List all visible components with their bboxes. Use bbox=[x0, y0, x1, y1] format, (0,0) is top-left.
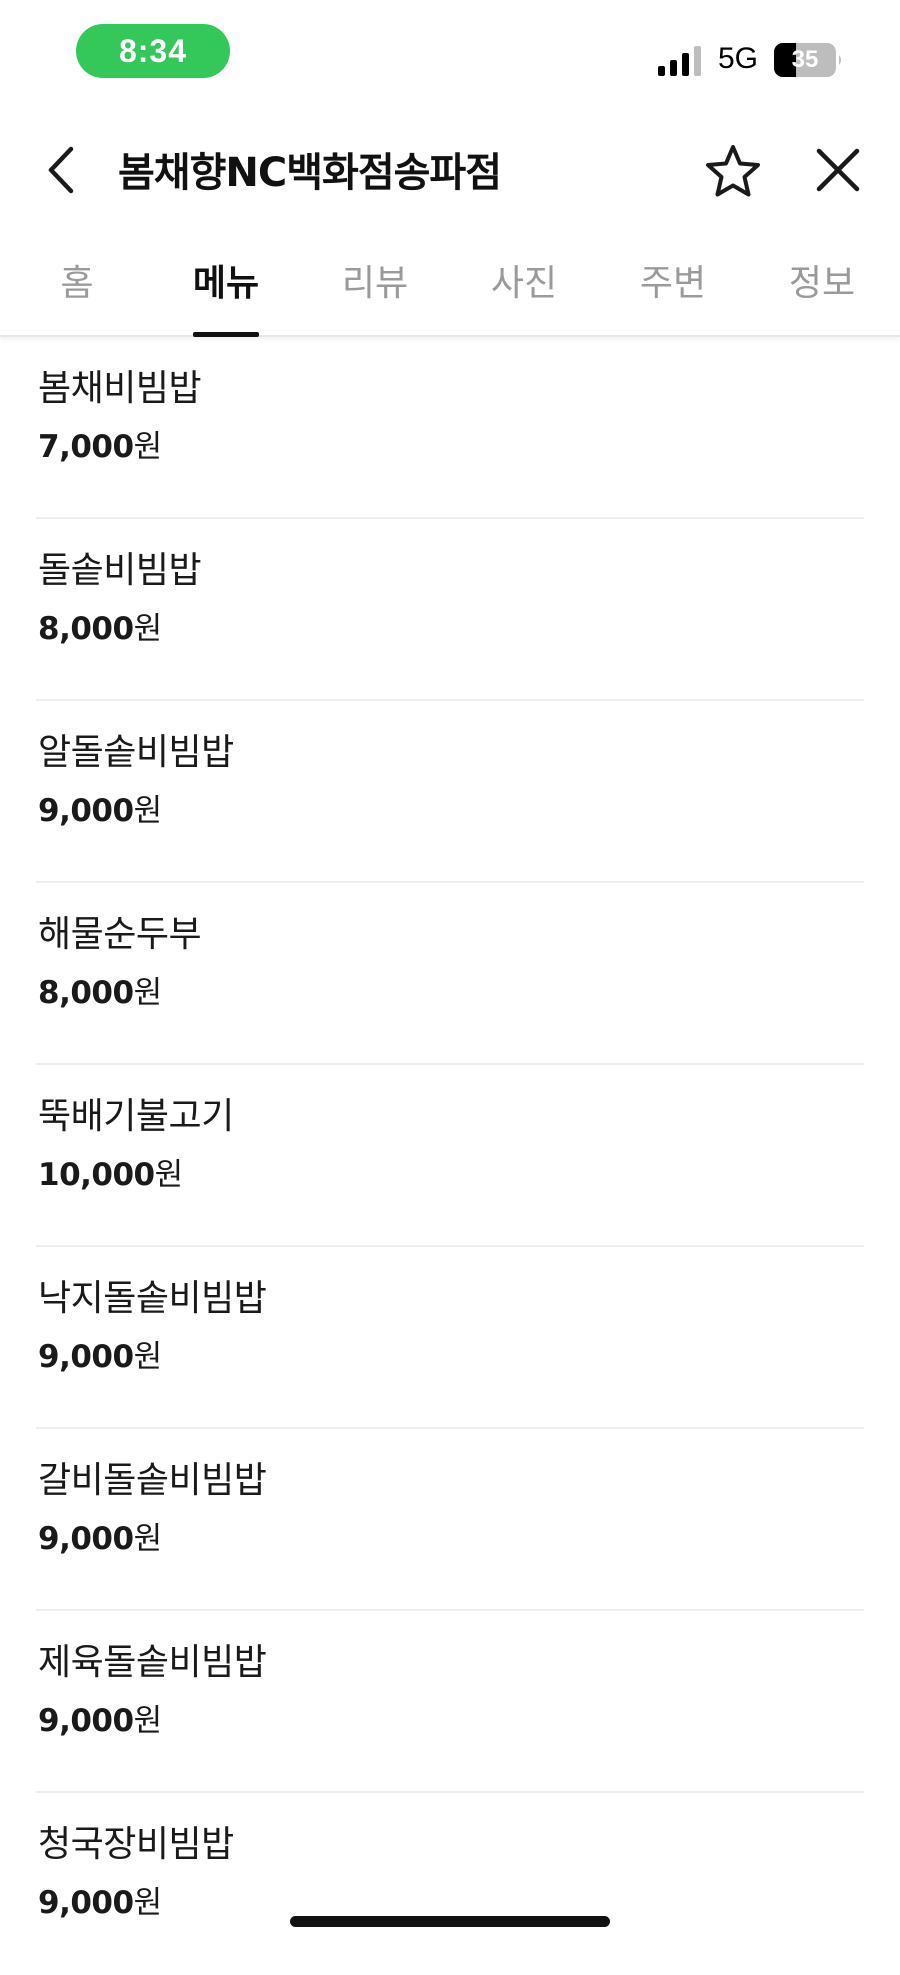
menu-item-name: 낙지돌솥비빔밥 bbox=[38, 1278, 267, 1319]
place-header: 봄채향NC백화점송파점 bbox=[0, 110, 900, 230]
menu-item-name: 뚝배기불고기 bbox=[38, 1096, 234, 1137]
network-type: 5G bbox=[718, 42, 759, 75]
price-unit: 원 bbox=[133, 1339, 163, 1375]
menu-item-price: 9,000원 bbox=[38, 1513, 162, 1558]
menu-item[interactable]: 해물순두부 8,000원 bbox=[0, 883, 900, 1065]
menu-item-price: 9,000원 bbox=[38, 785, 162, 830]
menu-item-name: 제육돌솥비빔밥 bbox=[38, 1642, 267, 1683]
menu-list: 봄채비빔밥 7,000원 돌솥비빔밥 8,000원 알돌솥비빔밥 9,000원 … bbox=[0, 337, 900, 1975]
price-unit: 원 bbox=[133, 975, 163, 1011]
tab-photos[interactable]: 사진 bbox=[469, 240, 579, 335]
menu-item[interactable]: 봄채비빔밥 7,000원 bbox=[0, 337, 900, 519]
menu-item-price: 10,000원 bbox=[38, 1149, 183, 1194]
close-button[interactable] bbox=[806, 138, 870, 202]
battery-level: 35 bbox=[791, 46, 819, 73]
cellular-signal-icon bbox=[658, 46, 701, 76]
price-unit: 원 bbox=[154, 1157, 184, 1193]
menu-item-price: 8,000원 bbox=[38, 967, 162, 1012]
status-bar: 8:34 5G 35 bbox=[0, 0, 900, 110]
tab-nearby[interactable]: 주변 bbox=[618, 240, 728, 335]
price-amount: 10,000 bbox=[38, 1157, 155, 1193]
menu-item[interactable]: 갈비돌솥비빔밥 9,000원 bbox=[0, 1429, 900, 1611]
home-indicator[interactable] bbox=[290, 1916, 610, 1927]
menu-item-price: 9,000원 bbox=[38, 1695, 162, 1740]
tab-reviews[interactable]: 리뷰 bbox=[320, 240, 430, 335]
menu-item[interactable]: 알돌솥비빔밥 9,000원 bbox=[0, 701, 900, 883]
price-unit: 원 bbox=[133, 1885, 163, 1921]
tab-info[interactable]: 정보 bbox=[767, 240, 877, 335]
price-amount: 9,000 bbox=[38, 1885, 134, 1921]
menu-item-name: 봄채비빔밥 bbox=[38, 368, 202, 409]
menu-item-name: 해물순두부 bbox=[38, 914, 202, 955]
menu-item-price: 7,000원 bbox=[38, 421, 162, 466]
menu-item-name: 청국장비빔밥 bbox=[38, 1824, 234, 1865]
menu-item[interactable]: 돌솥비빔밥 8,000원 bbox=[0, 519, 900, 701]
price-unit: 원 bbox=[133, 611, 163, 647]
star-outline-icon bbox=[706, 145, 760, 197]
price-amount: 8,000 bbox=[38, 611, 134, 647]
menu-item-price: 9,000원 bbox=[38, 1877, 162, 1922]
tab-bar: 홈 메뉴 리뷰 사진 주변 정보 bbox=[0, 240, 900, 337]
menu-item[interactable]: 제육돌솥비빔밥 9,000원 bbox=[0, 1611, 900, 1793]
price-unit: 원 bbox=[133, 1521, 163, 1557]
tab-menu[interactable]: 메뉴 bbox=[171, 240, 281, 335]
price-unit: 원 bbox=[133, 1703, 163, 1739]
menu-item-name: 알돌솥비빔밥 bbox=[38, 732, 234, 773]
tab-home[interactable]: 홈 bbox=[22, 240, 132, 335]
menu-item-name: 돌솥비빔밥 bbox=[38, 550, 202, 591]
price-amount: 9,000 bbox=[38, 1521, 134, 1557]
back-button[interactable] bbox=[30, 135, 90, 205]
price-amount: 8,000 bbox=[38, 975, 134, 1011]
page-title: 봄채향NC백화점송파점 bbox=[118, 150, 502, 196]
favorite-button[interactable] bbox=[700, 138, 766, 204]
price-unit: 원 bbox=[133, 793, 163, 829]
status-time: 8:34 bbox=[76, 24, 230, 78]
menu-item-price: 8,000원 bbox=[38, 603, 162, 648]
price-amount: 7,000 bbox=[38, 429, 134, 465]
close-icon bbox=[816, 148, 860, 192]
chevron-left-icon bbox=[48, 146, 74, 194]
menu-item[interactable]: 낙지돌솥비빔밥 9,000원 bbox=[0, 1247, 900, 1429]
price-amount: 9,000 bbox=[38, 1339, 134, 1375]
menu-item[interactable]: 뚝배기불고기 10,000원 bbox=[0, 1065, 900, 1247]
price-unit: 원 bbox=[133, 429, 163, 465]
menu-item-price: 9,000원 bbox=[38, 1331, 162, 1376]
price-amount: 9,000 bbox=[38, 793, 134, 829]
price-amount: 9,000 bbox=[38, 1703, 134, 1739]
menu-item-name: 갈비돌솥비빔밥 bbox=[38, 1460, 267, 1501]
